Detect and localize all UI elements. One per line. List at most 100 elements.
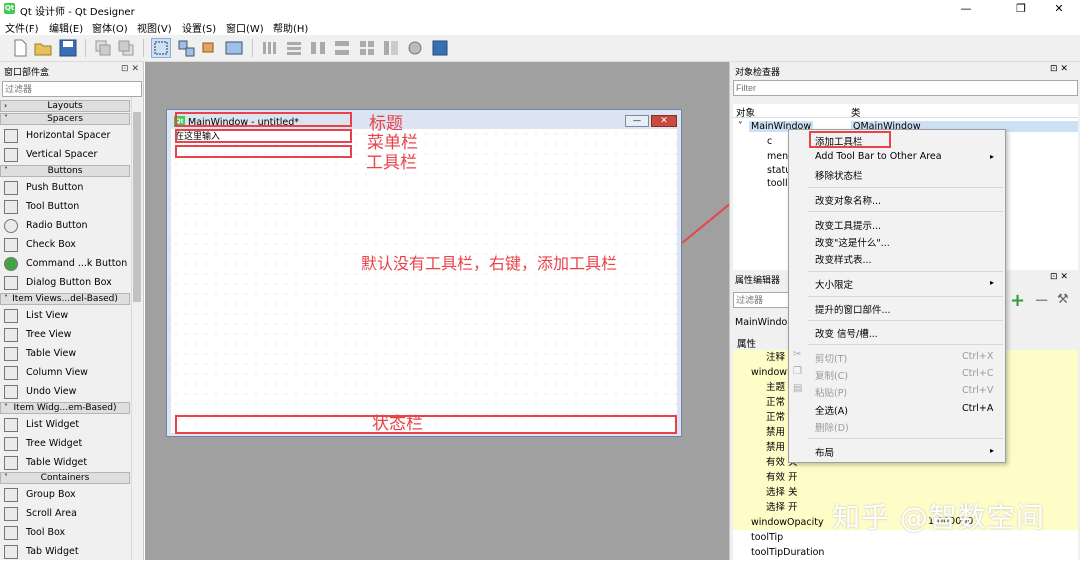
widget-tab-widget[interactable]: Tab Widget: [4, 543, 130, 561]
bring-front-icon[interactable]: [116, 38, 136, 58]
save-icon[interactable]: [58, 38, 78, 58]
widget-scroll-area[interactable]: Scroll Area: [4, 505, 130, 523]
new-file-icon[interactable]: [10, 38, 30, 58]
category-item-widgets[interactable]: ˅ Item Widg...em-Based): [0, 402, 130, 414]
layout-horizontal-icon[interactable]: [260, 38, 280, 58]
menu-help[interactable]: 帮助(H): [273, 20, 308, 35]
shortcut-copy: Ctrl+C: [962, 368, 994, 379]
category-item-views[interactable]: ˅ Item Views...del-Based): [0, 293, 130, 305]
menu-item-size-constraints[interactable]: 大小限定: [815, 277, 853, 291]
menu-item-paste[interactable]: 粘贴(P): [815, 385, 847, 399]
tree-row-centralwidget[interactable]: c: [767, 136, 772, 147]
menu-item-add-toolbar-other-area[interactable]: Add Tool Bar to Other Area: [815, 151, 942, 162]
menu-item-change-whats-this[interactable]: 改变"这是什么"...: [815, 235, 890, 249]
menu-item-change-object-name[interactable]: 改变对象名称...: [815, 193, 881, 207]
menu-form[interactable]: 窗体(O): [92, 20, 128, 35]
widget-list-view[interactable]: List View: [4, 307, 130, 325]
category-layouts[interactable]: › Layouts: [0, 100, 130, 112]
menu-view[interactable]: 视图(V): [137, 20, 172, 35]
menu-separator: [808, 296, 1003, 297]
category-buttons[interactable]: ˅ Buttons: [0, 165, 130, 177]
widget-push-button[interactable]: Push Button: [4, 179, 130, 197]
widget-vertical-spacer[interactable]: Vertical Spacer: [4, 146, 130, 164]
menu-item-delete[interactable]: 删除(D): [815, 420, 849, 434]
open-folder-icon[interactable]: [33, 38, 53, 58]
property-column-header: 属性: [737, 339, 757, 350]
edit-buddies-icon[interactable]: [200, 38, 220, 58]
property-row[interactable]: 有效 开: [733, 470, 1078, 485]
layout-vertical-icon[interactable]: [284, 38, 304, 58]
widget-table-view[interactable]: Table View: [4, 345, 130, 363]
menu-window[interactable]: 窗口(W): [226, 20, 264, 35]
widget-tree-widget[interactable]: Tree Widget: [4, 435, 130, 453]
menu-item-change-signals-slots[interactable]: 改变 信号/槽...: [815, 326, 878, 340]
tree-widget-icon: [4, 437, 18, 451]
menu-separator: [808, 187, 1003, 188]
widget-tool-button[interactable]: Tool Button: [4, 198, 130, 216]
tree-view-icon: [4, 328, 18, 342]
minimize-button[interactable]: —: [943, 0, 989, 18]
widget-tool-box[interactable]: Tool Box: [4, 524, 130, 542]
menu-item-copy[interactable]: 复制(C): [815, 368, 848, 382]
add-property-icon[interactable]: +: [1010, 290, 1025, 311]
widget-check-box[interactable]: Check Box: [4, 236, 130, 254]
edit-tab-order-icon[interactable]: [224, 38, 244, 58]
object-filter-input[interactable]: [733, 80, 1078, 96]
edit-signals-icon[interactable]: [176, 38, 196, 58]
remove-property-icon[interactable]: −: [1034, 290, 1049, 311]
tree-row-toolbar[interactable]: tooll: [767, 178, 788, 189]
menu-settings[interactable]: 设置(S): [182, 20, 216, 35]
widget-group-box[interactable]: Group Box: [4, 486, 130, 504]
qt-logo-icon: Qt: [4, 3, 15, 14]
menu-item-layout[interactable]: 布局: [815, 445, 834, 459]
dock-float-close-icon[interactable]: ⊡ ✕: [1050, 64, 1068, 74]
send-back-icon[interactable]: [93, 38, 113, 58]
tree-row-menubar[interactable]: men: [767, 151, 788, 162]
dock-float-close-icon[interactable]: ⊡ ✕: [1050, 272, 1068, 282]
layout-form-icon[interactable]: [381, 38, 401, 58]
check-box-icon: [4, 238, 18, 252]
edit-widgets-icon[interactable]: [151, 38, 171, 58]
widget-undo-view[interactable]: Undo View: [4, 383, 130, 401]
scrollbar-thumb[interactable]: [133, 112, 141, 302]
menu-edit[interactable]: 编辑(E): [49, 20, 83, 35]
tool-box-icon: [4, 526, 18, 540]
menu-item-cut[interactable]: 剪切(T): [815, 351, 847, 365]
tree-expand-icon[interactable]: ˅: [738, 121, 743, 132]
menu-file[interactable]: 文件(F): [5, 20, 39, 35]
menu-item-add-toolbar[interactable]: 添加工具栏: [815, 134, 863, 148]
category-containers[interactable]: ˅ Containers: [0, 472, 130, 484]
layout-splitter-v-icon[interactable]: [332, 38, 352, 58]
layout-grid-icon[interactable]: [357, 38, 377, 58]
horizontal-spacer-icon: [4, 129, 18, 143]
submenu-arrow-icon: ▸: [990, 152, 995, 161]
break-layout-icon[interactable]: [405, 38, 425, 58]
layout-splitter-h-icon[interactable]: [308, 38, 328, 58]
menu-item-change-tooltip[interactable]: 改变工具提示...: [815, 218, 881, 232]
widget-table-widget[interactable]: Table Widget: [4, 454, 130, 472]
wrench-icon[interactable]: ⚒: [1057, 292, 1069, 307]
shortcut-select-all: Ctrl+A: [962, 403, 994, 414]
widget-radio-button[interactable]: Radio Button: [4, 217, 130, 235]
adjust-size-icon[interactable]: [430, 38, 450, 58]
property-row[interactable]: toolTipDuration: [733, 545, 1078, 560]
widget-command-link-button[interactable]: Command ...k Button: [4, 255, 130, 273]
menu-item-promoted-widgets[interactable]: 提升的窗口部件...: [815, 302, 891, 316]
form-canvas[interactable]: [171, 129, 677, 433]
undo-view-icon: [4, 385, 18, 399]
dock-float-close-icon[interactable]: ⊡ ✕: [121, 64, 139, 74]
widget-horizontal-spacer[interactable]: Horizontal Spacer: [4, 127, 130, 145]
widget-list-widget[interactable]: List Widget: [4, 416, 130, 434]
form-minimize-button[interactable]: —: [625, 115, 649, 127]
property-object-name: MainWindo: [735, 317, 788, 328]
widget-dialog-button-box[interactable]: Dialog Button Box: [4, 274, 130, 292]
close-button[interactable]: ✕: [1036, 0, 1080, 18]
menu-item-change-stylesheet[interactable]: 改变样式表...: [815, 252, 872, 266]
widget-filter-input[interactable]: [2, 81, 142, 97]
property-filter-input[interactable]: [733, 292, 793, 308]
category-spacers[interactable]: ˅ Spacers: [0, 113, 130, 125]
menu-item-remove-statusbar[interactable]: 移除状态栏: [815, 168, 863, 182]
menu-item-select-all[interactable]: 全选(A): [815, 403, 848, 417]
widget-column-view[interactable]: Column View: [4, 364, 130, 382]
widget-tree-view[interactable]: Tree View: [4, 326, 130, 344]
